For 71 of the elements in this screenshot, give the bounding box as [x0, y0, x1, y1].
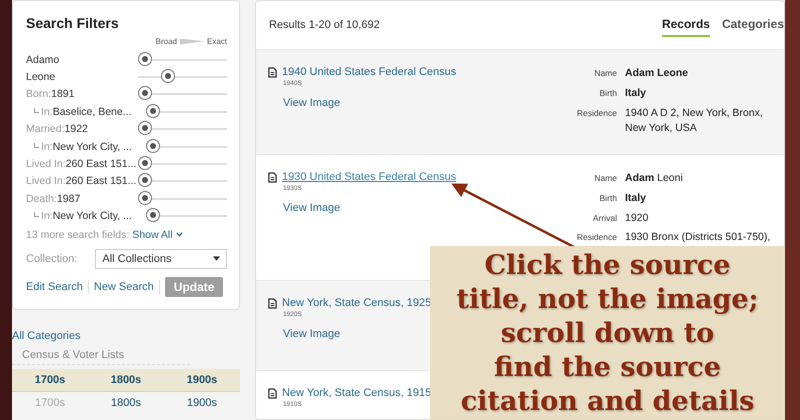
field-label: Birth [598, 86, 617, 100]
indent-icon [34, 142, 39, 148]
collection-label: Collection: [26, 252, 78, 265]
filter-label: Born:1891 [26, 88, 76, 100]
filter-label: Death:1987 [26, 192, 82, 205]
slider-thumb[interactable] [138, 156, 152, 170]
decade-link[interactable]: 1800s [88, 396, 164, 409]
action-link[interactable]: New Search [94, 280, 154, 293]
slider-thumb[interactable] [146, 208, 160, 222]
field-value: Adam Leoni [625, 171, 683, 186]
slider-thumb[interactable] [138, 52, 152, 66]
slider-thumb[interactable] [138, 190, 152, 205]
field-label: Name [593, 67, 617, 80]
tab[interactable]: Categories [722, 13, 784, 37]
document-icon [268, 172, 277, 182]
wedge-icon [180, 38, 204, 44]
record-title-link[interactable]: New York, State Census, 1925 [282, 297, 432, 309]
decade-link[interactable]: 1800s [88, 374, 164, 386]
field-label: Arrival [592, 212, 617, 224]
view-image-link[interactable]: View Image [268, 202, 456, 214]
record-title-link[interactable]: New York, State Census, 1915 [282, 387, 432, 399]
tab[interactable]: Records [662, 13, 710, 37]
filter-label: Married:1922 [26, 123, 89, 136]
slider-thumb[interactable] [138, 86, 152, 100]
document-icon [268, 298, 277, 308]
document-icon [268, 66, 277, 78]
field-value: 1920 [625, 210, 648, 226]
field-value: Adam Leone [625, 66, 688, 81]
callout-text: Click the source title, not the image; scroll down to find the source citation and details [456, 249, 758, 419]
show-all-link[interactable]: Show All [132, 228, 173, 241]
more-fields-text: 13 more search fields: [26, 228, 130, 241]
view-image-link[interactable]: View Image [268, 97, 456, 109]
decade-link[interactable]: 1900s [164, 396, 240, 409]
field-value: Italy [625, 190, 646, 206]
filter-label: In:New York City, ... [41, 140, 132, 153]
category-heading: Census & Voter Lists [12, 342, 190, 365]
panel-title: Search Filters [26, 15, 120, 31]
collection-dropdown[interactable]: All Collections [95, 248, 227, 269]
record-title-link[interactable]: 1930 United States Federal Census [282, 171, 456, 183]
slider-thumb[interactable] [138, 121, 152, 136]
filter-label: Lived In:260 East 151... [26, 158, 138, 170]
action-link[interactable]: Edit Search [26, 280, 83, 293]
results-count: Results 1-20 of 10,692 [269, 19, 380, 31]
filter-label: In:Baselice, Bene... [41, 106, 132, 118]
field-label: Birth [598, 192, 617, 205]
field-value: Italy [625, 86, 646, 101]
filter-label: Adamo [26, 54, 60, 66]
decade-link[interactable]: 1700s [12, 374, 88, 386]
field-value: 1940 A D 2, New York, Bronx, New York, USA [625, 106, 764, 136]
filter-label: Lived In:260 East 151... [26, 175, 138, 188]
field-label: Residence [576, 231, 617, 244]
slider-thumb[interactable] [161, 69, 176, 84]
slider-thumb[interactable] [146, 138, 160, 153]
scale-label: Broad [156, 37, 177, 46]
filter-label: In:New York City, ... [41, 210, 132, 222]
scale-label: Exact [206, 37, 227, 46]
indent-icon [34, 212, 39, 218]
view-image-link[interactable]: View Image [268, 328, 432, 340]
field-label: Name [593, 172, 617, 185]
caret-icon [213, 256, 220, 262]
all-categories-link[interactable]: All Categories [12, 330, 240, 342]
indent-icon [34, 108, 39, 113]
record-title-link[interactable]: 1940 United States Federal Census [282, 66, 456, 78]
slider-thumb[interactable] [138, 173, 152, 188]
field-label: Residence [576, 106, 617, 120]
decade-link[interactable]: 1900s [164, 374, 240, 386]
filter-label: Leone [26, 71, 56, 84]
slider-thumb[interactable] [146, 104, 160, 118]
chevron-icon [176, 232, 183, 238]
document-icon [268, 388, 277, 398]
field-value: 1930 Bronx (Districts 501-750), [625, 230, 770, 246]
